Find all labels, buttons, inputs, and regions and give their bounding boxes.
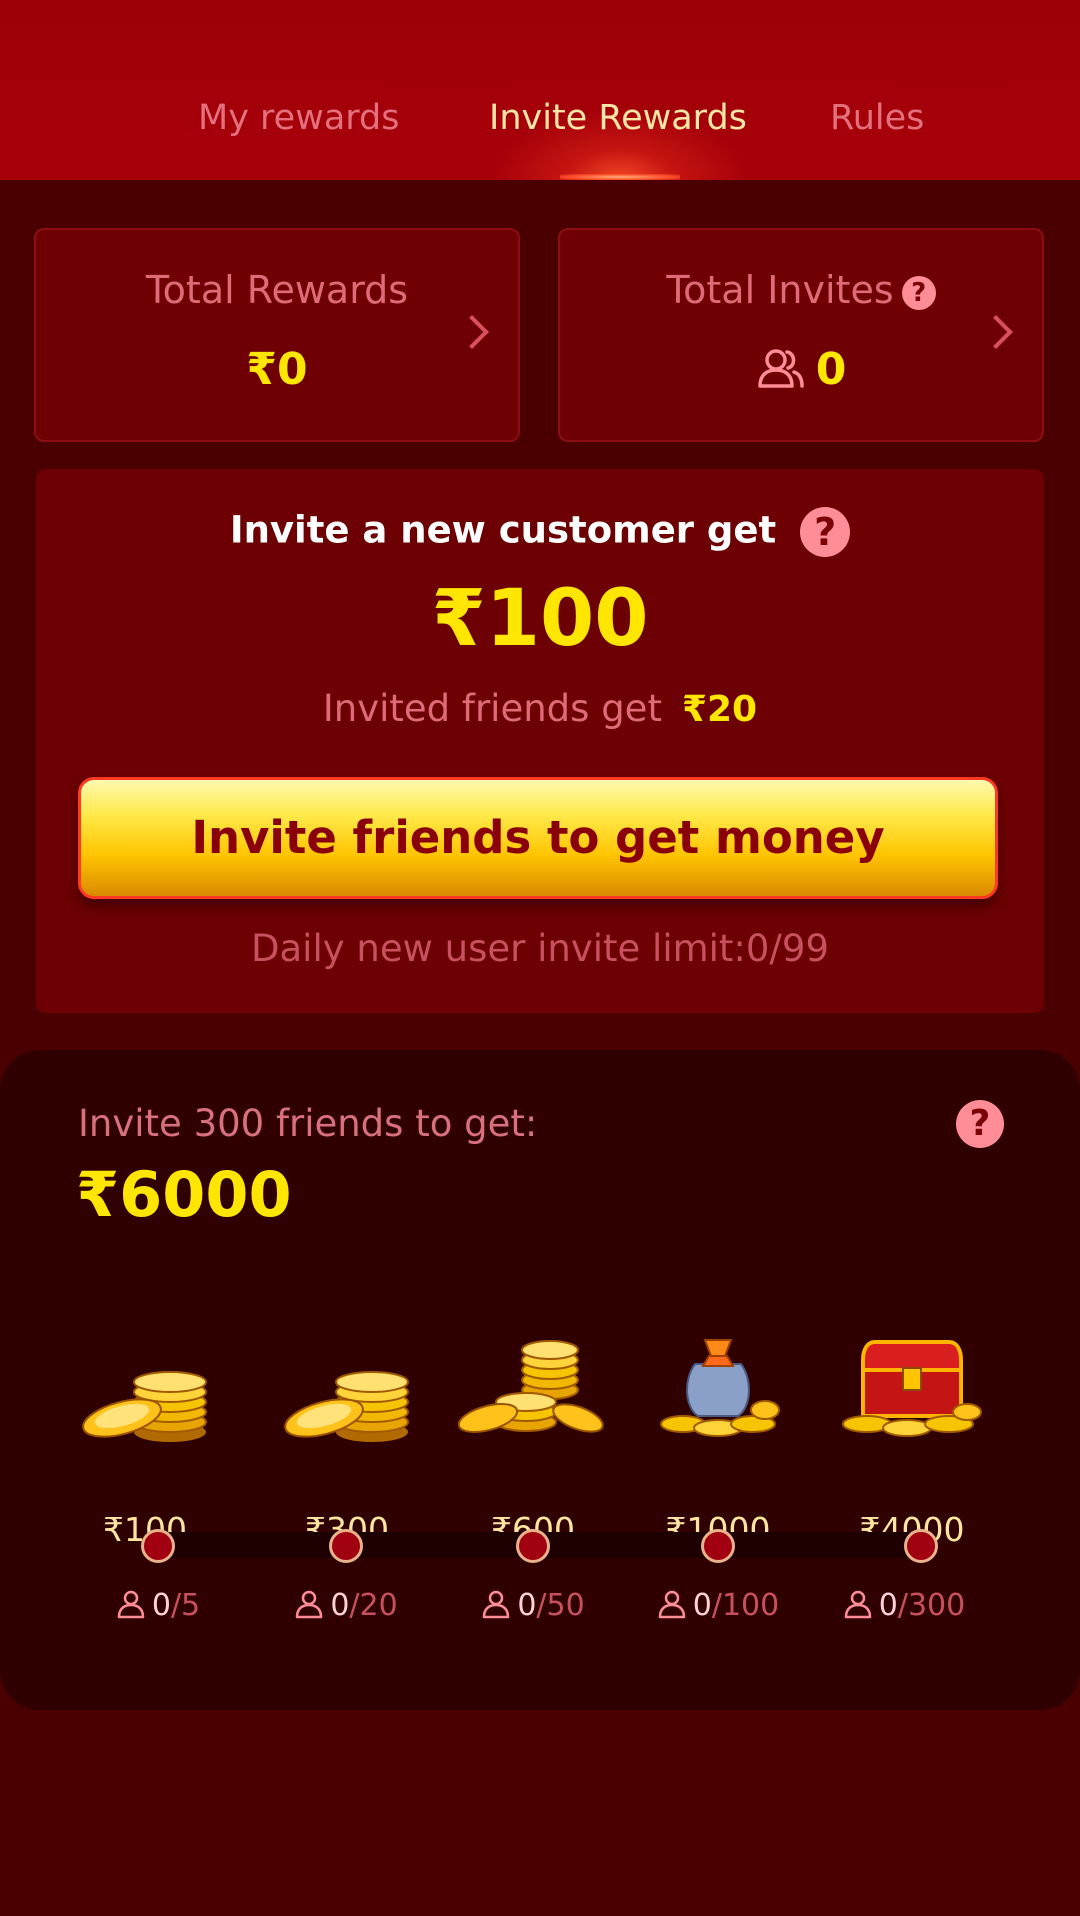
invite-amount: ₹100 [431, 574, 649, 664]
tab-rules[interactable]: Rules [830, 98, 924, 138]
help-icon[interactable]: ? [956, 1100, 1004, 1148]
large-coin-pile-icon [457, 1340, 604, 1433]
tier-target: /20 [349, 1588, 398, 1623]
tier-current: 0 [151, 1588, 171, 1623]
tier-progress: 0/5 [58, 1588, 258, 1623]
total-invites-label: Total Invites [666, 268, 894, 312]
tier-target: /300 [897, 1588, 966, 1623]
invite-friends-button[interactable]: Invite friends to get money [78, 777, 998, 899]
user-icon [658, 1590, 686, 1619]
milestone-tier: ₹1000 [643, 1339, 793, 1549]
invited-friends-amount: ₹20 [681, 689, 758, 730]
milestone-dot [904, 1529, 938, 1563]
total-invites-value-row: 0 [560, 344, 1042, 395]
tier-target: /5 [170, 1588, 201, 1623]
tier-current: 0 [330, 1588, 350, 1623]
milestone-amount: ₹6000 [76, 1158, 292, 1231]
total-invites-value: 0 [815, 344, 847, 395]
daily-invite-limit: Daily new user invite limit:0/99 [251, 927, 829, 970]
tier-progress: 0/20 [246, 1588, 446, 1623]
user-icon [483, 1590, 510, 1619]
tier-progress: 0/300 [804, 1588, 1004, 1623]
help-icon[interactable]: ? [901, 275, 936, 310]
user-icon [844, 1590, 872, 1619]
coin-stack-icon [284, 1371, 409, 1442]
milestone-dot [516, 1529, 550, 1563]
milestone-panel: Invite 300 friends to get: ? ₹6000 ₹100 [0, 1050, 1080, 1710]
tab-invite-rewards[interactable]: Invite Rewards [489, 98, 747, 138]
active-tab-indicator [560, 174, 680, 180]
milestone-tier: ₹300 [272, 1340, 422, 1549]
money-bag-icon [660, 1339, 780, 1437]
tier-target: /100 [711, 1588, 780, 1623]
users-icon [757, 349, 804, 388]
total-rewards-value: ₹0 [246, 344, 308, 395]
user-icon [296, 1590, 323, 1619]
milestone-dot [701, 1529, 735, 1563]
milestone-title: Invite 300 friends to get: [78, 1102, 538, 1145]
tab-my-rewards[interactable]: My rewards [198, 98, 400, 138]
tier-current: 0 [692, 1588, 712, 1623]
milestone-dot [329, 1529, 363, 1563]
user-icon [117, 1590, 145, 1619]
small-coin-stack-icon [82, 1371, 207, 1442]
invite-title: Invite a new customer get [229, 508, 777, 552]
milestone-tier: ₹600 [457, 1340, 608, 1549]
tier-current: 0 [878, 1588, 898, 1623]
invite-title-row: Invite a new customer get? [36, 507, 1044, 557]
treasure-chest-icon [842, 1340, 982, 1437]
milestone-tier: ₹100 [70, 1340, 220, 1549]
milestone-help[interactable]: ? [956, 1100, 1004, 1148]
total-rewards-card[interactable]: Total Rewards ₹0 [34, 228, 520, 442]
milestone-tier: ₹4000 [837, 1340, 987, 1549]
total-rewards-label: Total Rewards [145, 268, 409, 312]
invited-friends-text: Invited friends get [322, 687, 662, 730]
total-invites-card[interactable]: Total Invites? 0 [558, 228, 1044, 442]
total-invites-title: Total Invites? [560, 268, 1042, 312]
tier-progress: 0/50 [433, 1588, 633, 1623]
tier-current: 0 [517, 1588, 537, 1623]
invite-reward-box: Invite a new customer get? ₹100 Invited … [36, 469, 1044, 1013]
help-icon[interactable]: ? [800, 507, 851, 557]
invited-friends-row: Invited friends get ₹20 [36, 687, 1044, 730]
tier-progress: 0/100 [618, 1588, 818, 1623]
tier-target: /50 [536, 1588, 585, 1623]
milestone-dot [141, 1529, 175, 1563]
